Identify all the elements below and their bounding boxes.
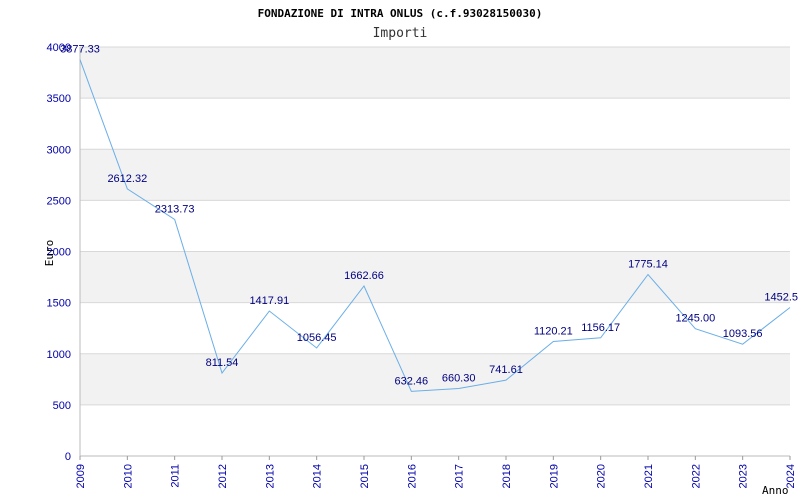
data-label: 811.54: [206, 357, 239, 369]
line-chart: 05001000150020002500300035004000 2009 201…: [43, 7, 798, 497]
data-label: 2612.32: [107, 173, 147, 185]
x-tick-label: 2010: [122, 464, 134, 488]
background-band: [80, 302, 790, 354]
data-label: 741.61: [489, 364, 523, 376]
background-band: [80, 98, 790, 150]
data-label: 1452.5: [764, 291, 798, 303]
x-tick-label: 2017: [454, 464, 466, 488]
x-tick-label: 2009: [75, 464, 87, 488]
x-tick-label: 2023: [738, 464, 750, 488]
x-tick-label: 2015: [359, 464, 371, 488]
data-label: 3877.33: [60, 44, 100, 56]
y-tick-label: 3000: [47, 144, 71, 156]
y-tick-label: 0: [65, 451, 71, 463]
data-label: 660.30: [442, 372, 476, 384]
x-tick-label: 2019: [548, 464, 560, 488]
x-axis-label: Anno: [762, 484, 789, 497]
x-tick-label: 2018: [501, 464, 513, 488]
background-band: [80, 404, 790, 456]
data-label: 1662.66: [344, 270, 384, 282]
data-label: 1417.91: [249, 295, 289, 307]
y-tick-label: 1500: [47, 298, 71, 310]
x-tick-label: 2013: [264, 464, 276, 488]
data-label: 632.46: [395, 375, 429, 387]
data-label: 1156.17: [581, 322, 620, 334]
x-tick-label: 2022: [690, 464, 702, 488]
x-tick-label: 2016: [406, 464, 418, 488]
x-tick-label: 2020: [596, 464, 608, 488]
data-label: 1093.56: [723, 328, 763, 340]
x-axis-ticks: 2009 2010 2011 2012 2013 2014 2015 2016 2017 2018…: [75, 456, 797, 488]
data-label: 2313.73: [155, 203, 195, 215]
y-tick-label: 3500: [47, 93, 71, 105]
x-tick-label: 2011: [170, 464, 182, 488]
background-band: [80, 353, 790, 405]
x-tick-label: 2014: [312, 464, 324, 488]
data-label: 1775.14: [628, 258, 668, 270]
background-band: [80, 47, 790, 99]
background-band: [80, 149, 790, 201]
chart-title: FONDAZIONE DI INTRA ONLUS (c.f.930281500…: [258, 7, 543, 20]
x-tick-label: 2021: [643, 464, 655, 488]
chart-subtitle: Importi: [373, 26, 428, 41]
data-label: 1120.21: [534, 325, 573, 337]
y-tick-label: 1000: [47, 349, 71, 361]
y-tick-label: 500: [53, 400, 71, 412]
data-label: 1245.00: [675, 313, 715, 325]
y-tick-label: 2500: [47, 195, 71, 207]
data-label: 1056.45: [297, 332, 337, 344]
x-tick-label: 2012: [217, 464, 229, 488]
y-axis-label: Euro: [43, 240, 56, 267]
